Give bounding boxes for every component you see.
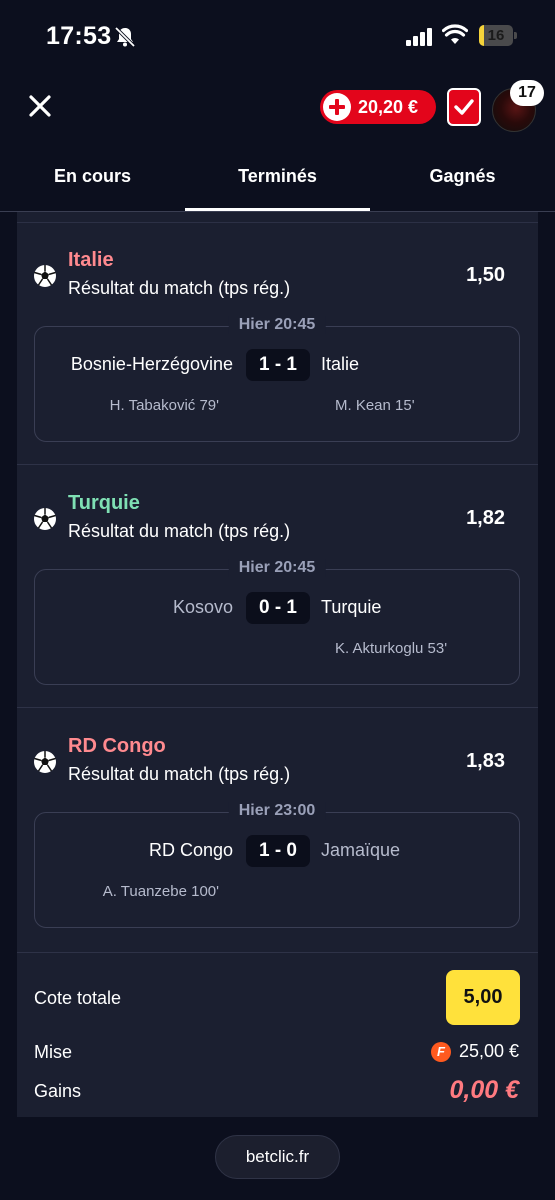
total-odds-value: 5,00 [446,970,520,1025]
bet-item: Turquie Résultat du match (tps rég.) 1,8… [17,465,538,708]
away-team: Turquie [321,597,382,617]
url-bar[interactable]: betclic.fr [215,1135,340,1179]
bet-odd: 1,50 [466,264,505,286]
plus-icon [323,93,351,121]
market-name: Résultat du match (tps rég.) [68,521,291,541]
stake: F 25,00 € [430,1041,519,1062]
signal-icon [406,28,432,46]
bet-odd: 1,83 [466,750,505,772]
stake-label: Mise [34,1042,73,1062]
tab-termines[interactable]: Terminés [185,166,370,187]
match-card: Hier 20:45 Kosovo 0 - 1 Turquie K. Aktur… [34,559,520,685]
selection-name: RD Congo [68,735,166,757]
tab-gagnes[interactable]: Gagnés [370,166,555,187]
market-name: Résultat du match (tps rég.) [68,764,291,784]
away-team: Italie [321,354,360,374]
home-scorer: A. Tuanzebe 100' [102,883,219,900]
home-team: RD Congo [148,840,233,860]
check-icon [454,99,474,115]
active-tab-indicator [185,208,370,211]
match-card: Hier 23:00 RD Congo 1 - 0 Jamaïque A. Tu… [34,802,520,928]
my-bets-button[interactable] [447,88,481,126]
stake-value: 25,00 € [458,1041,519,1061]
soccer-ball-icon [34,508,56,530]
soccer-ball-icon [34,265,56,287]
notification-badge: 17 [510,80,544,106]
bet-item: RD Congo Résultat du match (tps rég.) 1,… [17,708,538,951]
match-card: Hier 20:45 Bosnie-Herzégovine 1 - 1 Ital… [34,316,520,442]
away-scorer: M. Kean 15' [335,397,415,414]
away-scorer: K. Akturkoglu 53' [335,640,448,657]
match-date: Hier 20:45 [228,316,326,334]
bet-item: Italie Résultat du match (tps rég.) 1,50… [17,222,538,465]
status-bar: 17:53 16 [0,0,555,72]
match-score: 1 - 1 [246,349,310,381]
tab-en-cours[interactable]: En cours [0,166,185,187]
balance-button[interactable]: 20,20 € [320,90,436,124]
away-team: Jamaïque [321,840,401,860]
selection-name: Italie [68,249,114,271]
total-odds-label: Cote totale [34,988,122,1008]
status-time: 17:53 [46,22,112,50]
close-icon[interactable] [26,92,54,120]
home-team: Bosnie-Herzégovine [70,354,233,374]
battery-level: 16 [487,27,505,44]
match-score: 0 - 1 [246,592,310,624]
match-date: Hier 20:45 [228,559,326,577]
selection-name: Turquie [68,492,140,514]
bell-slash-icon [114,26,136,48]
battery-icon: 16 [479,25,517,46]
home-team: Kosovo [172,597,233,617]
tab-bar: En cours Terminés Gagnés [0,150,555,212]
market-name: Résultat du match (tps rég.) [68,278,291,298]
balance-amount: 20,20 € [358,96,419,117]
soccer-ball-icon [34,751,56,773]
match-date: Hier 23:00 [228,802,326,820]
bet-details-panel: Italie Résultat du match (tps rég.) 1,50… [17,212,538,1117]
winnings-value: 0,00 € [449,1076,519,1104]
coin-icon: F [430,1041,451,1062]
match-score: 1 - 0 [246,835,310,867]
bet-odd: 1,82 [466,507,505,529]
winnings-label: Gains [34,1081,82,1101]
wifi-icon [442,24,468,44]
home-scorer: H. Tabaković 79' [109,397,219,414]
